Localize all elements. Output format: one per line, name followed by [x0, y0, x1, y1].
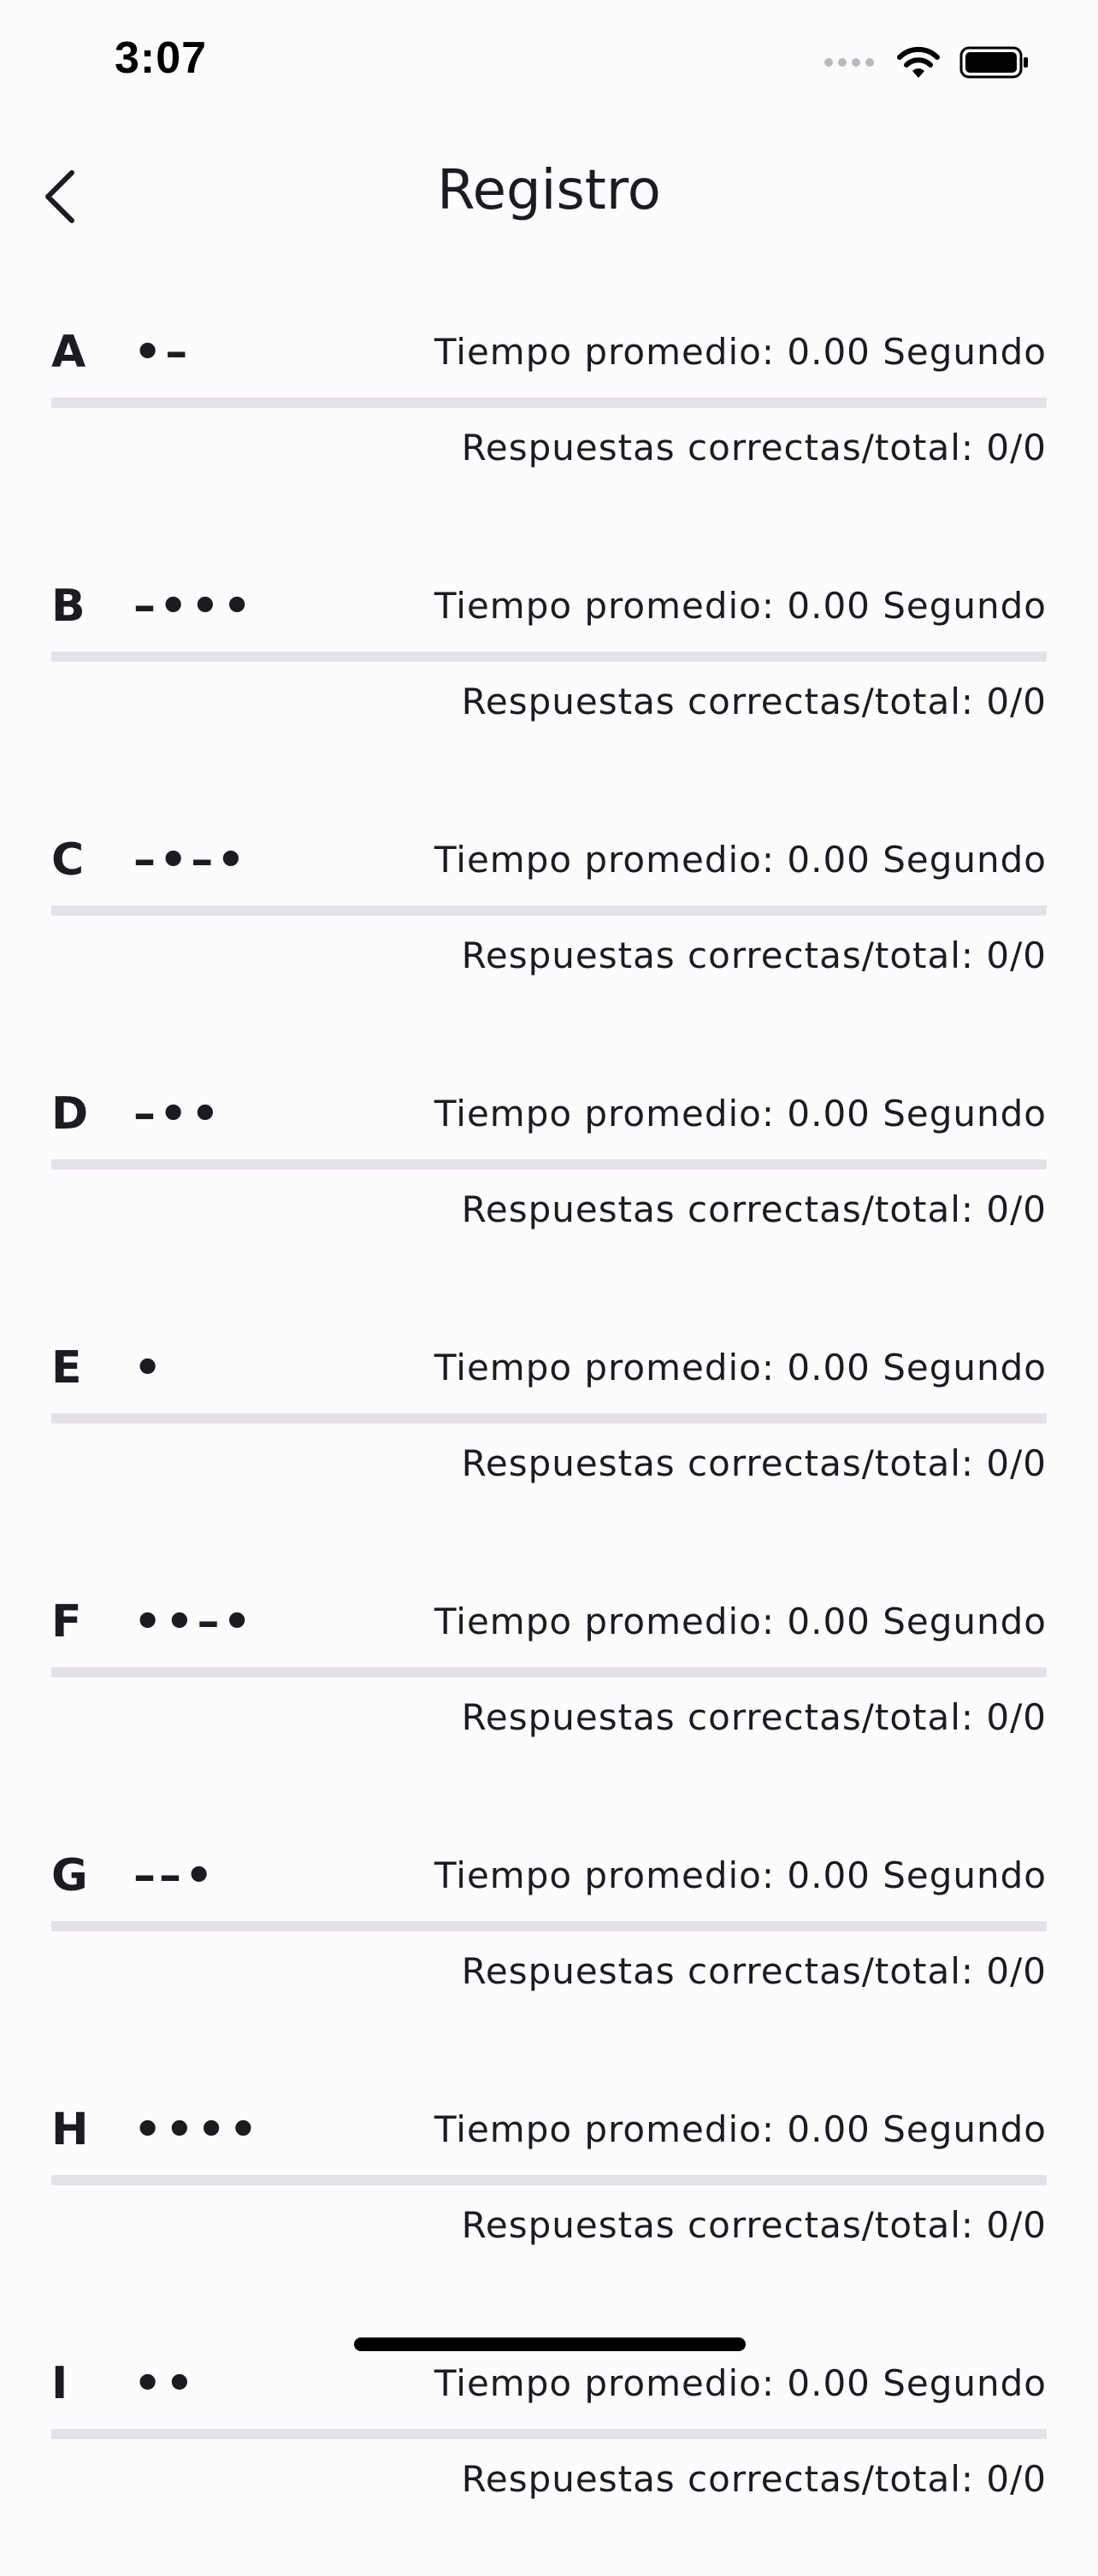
record-correct-total: Respuestas correctas/total: 0/0: [461, 1950, 1047, 1992]
record-progress-bar: [51, 2429, 1047, 2439]
record-morse-code: •: [133, 1342, 166, 1394]
record-item: I •• Tiempo promedio: 0.00 Segundo Respu…: [0, 2322, 1098, 2576]
record-morse-code: –•–•: [133, 834, 249, 886]
record-morse-code: ••–•: [133, 1596, 255, 1648]
record-letter: E: [51, 1342, 82, 1394]
record-item: E • Tiempo promedio: 0.00 Segundo Respue…: [0, 1306, 1098, 1560]
record-progress-bar: [51, 1413, 1047, 1424]
record-average-time: Tiempo promedio: 0.00 Segundo: [434, 1093, 1047, 1135]
record-item: C –•–• Tiempo promedio: 0.00 Segundo Res…: [0, 799, 1098, 1052]
record-item: B –••• Tiempo promedio: 0.00 Segundo Res…: [0, 545, 1098, 799]
record-correct-total: Respuestas correctas/total: 0/0: [461, 1188, 1047, 1230]
record-morse-code: –••: [133, 1088, 223, 1140]
record-correct-total: Respuestas correctas/total: 0/0: [461, 1442, 1047, 1484]
page-title: Registro: [437, 159, 661, 222]
record-progress-bar: [51, 651, 1047, 662]
record-morse-code: ––•: [133, 1850, 217, 1901]
battery-icon: [959, 45, 1030, 80]
app-bar: Registro: [0, 137, 1098, 256]
record-morse-code: –•••: [133, 581, 255, 632]
record-letter: F: [51, 1596, 82, 1648]
record-average-time: Tiempo promedio: 0.00 Segundo: [434, 1347, 1047, 1388]
record-average-time: Tiempo promedio: 0.00 Segundo: [434, 2108, 1047, 2150]
record-correct-total: Respuestas correctas/total: 0/0: [461, 1696, 1047, 1738]
record-list: A •– Tiempo promedio: 0.00 Segundo Respu…: [0, 291, 1098, 2576]
record-item: H •••• Tiempo promedio: 0.00 Segundo Res…: [0, 2068, 1098, 2322]
record-morse-code: ••••: [133, 2104, 261, 2155]
record-progress-bar: [51, 398, 1047, 408]
wifi-icon: [896, 45, 941, 80]
cellular-signal-icon: [824, 58, 874, 67]
status-time: 3:07: [115, 33, 208, 83]
record-letter: D: [51, 1088, 89, 1140]
record-correct-total: Respuestas correctas/total: 0/0: [461, 427, 1047, 469]
record-item: F ••–• Tiempo promedio: 0.00 Segundo Res…: [0, 1560, 1098, 1814]
record-correct-total: Respuestas correctas/total: 0/0: [461, 2458, 1047, 2500]
record-morse-code: ••: [133, 2358, 198, 2409]
record-correct-total: Respuestas correctas/total: 0/0: [461, 934, 1047, 976]
record-item: D –•• Tiempo promedio: 0.00 Segundo Resp…: [0, 1052, 1098, 1306]
status-icons: [824, 41, 1030, 84]
record-average-time: Tiempo promedio: 0.00 Segundo: [434, 585, 1047, 627]
status-bar: 3:07: [0, 0, 1098, 120]
record-letter: B: [51, 581, 86, 632]
record-letter: H: [51, 2104, 89, 2155]
record-average-time: Tiempo promedio: 0.00 Segundo: [434, 1600, 1047, 1642]
record-progress-bar: [51, 1667, 1047, 1677]
record-average-time: Tiempo promedio: 0.00 Segundo: [434, 2362, 1047, 2404]
record-progress-bar: [51, 1159, 1047, 1170]
record-letter: G: [51, 1850, 88, 1901]
record-average-time: Tiempo promedio: 0.00 Segundo: [434, 1854, 1047, 1896]
record-average-time: Tiempo promedio: 0.00 Segundo: [434, 839, 1047, 881]
record-average-time: Tiempo promedio: 0.00 Segundo: [434, 331, 1047, 373]
record-correct-total: Respuestas correctas/total: 0/0: [461, 681, 1047, 722]
home-indicator[interactable]: [354, 2337, 746, 2351]
record-progress-bar: [51, 905, 1047, 916]
record-letter: I: [51, 2358, 68, 2409]
record-item: A •– Tiempo promedio: 0.00 Segundo Respu…: [0, 291, 1098, 545]
record-item: G ––• Tiempo promedio: 0.00 Segundo Resp…: [0, 1814, 1098, 2068]
record-letter: A: [51, 327, 86, 378]
record-correct-total: Respuestas correctas/total: 0/0: [461, 2204, 1047, 2246]
record-morse-code: •–: [133, 327, 192, 378]
record-letter: C: [51, 834, 85, 886]
record-progress-bar: [51, 1921, 1047, 1931]
record-progress-bar: [51, 2175, 1047, 2185]
